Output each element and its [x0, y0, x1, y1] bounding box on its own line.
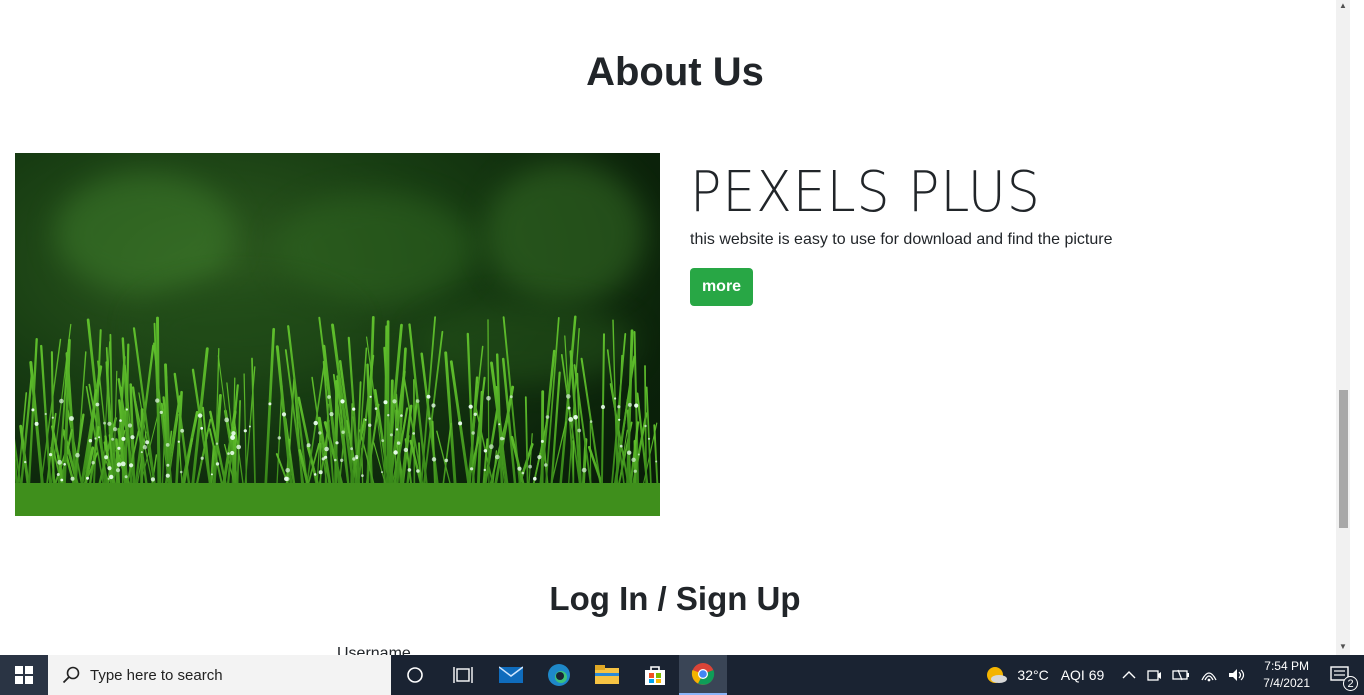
username-label: Username [337, 645, 411, 655]
weather-temp: 32°C [1017, 667, 1049, 683]
search-icon [62, 666, 80, 684]
weather-widget[interactable]: 32°C AQI 69 [980, 665, 1109, 685]
start-button[interactable] [0, 655, 48, 695]
taskbar-search-box[interactable]: Type here to search [48, 655, 391, 695]
more-button[interactable]: more [690, 268, 753, 306]
battery-icon[interactable] [1167, 668, 1195, 682]
volume-icon[interactable] [1223, 668, 1251, 682]
grass-image [15, 153, 660, 516]
about-description: this website is easy to use for download… [690, 231, 1113, 248]
notification-center-icon[interactable]: 2 [1322, 665, 1364, 691]
search-placeholder: Type here to search [90, 666, 223, 684]
system-tray: 32°C AQI 69 7:54 PM 7/4/2021 2 [980, 655, 1364, 695]
scroll-thumb[interactable] [1339, 390, 1348, 528]
clock-date: 7/4/2021 [1263, 676, 1310, 690]
edge-icon[interactable] [535, 655, 583, 695]
taskbar-clock[interactable]: 7:54 PM 7/4/2021 [1251, 658, 1322, 692]
cortana-icon[interactable] [391, 655, 439, 695]
page-viewport: About Us PEXELS PLUS this website is eas… [0, 0, 1350, 655]
file-explorer-icon[interactable] [583, 655, 631, 695]
clock-time: 7:54 PM [1264, 659, 1309, 673]
chevron-up-icon[interactable] [1117, 670, 1141, 680]
wifi-icon[interactable] [1195, 668, 1223, 682]
page-scrollbar[interactable]: ▲ ▼ [1336, 0, 1350, 655]
meet-now-icon[interactable] [1141, 667, 1167, 683]
chrome-icon[interactable] [679, 655, 727, 695]
login-signup-title: Log In / Sign Up [549, 580, 801, 617]
windows-taskbar: Type here to search 32°C AQI 69 7:54 PM … [0, 655, 1364, 695]
task-view-icon[interactable] [439, 655, 487, 695]
scroll-up-icon[interactable]: ▲ [1339, 2, 1347, 10]
weather-sun-icon [987, 667, 1008, 683]
about-title: About Us [586, 50, 764, 94]
store-icon[interactable] [631, 655, 679, 695]
notification-count-badge: 2 [1343, 676, 1358, 691]
windows-logo-icon [15, 666, 33, 684]
scroll-down-icon[interactable]: ▼ [1339, 643, 1347, 651]
mail-icon[interactable] [487, 655, 535, 695]
brand-heading: PEXELS PLUS [690, 160, 1041, 225]
weather-aqi: AQI 69 [1060, 667, 1105, 683]
